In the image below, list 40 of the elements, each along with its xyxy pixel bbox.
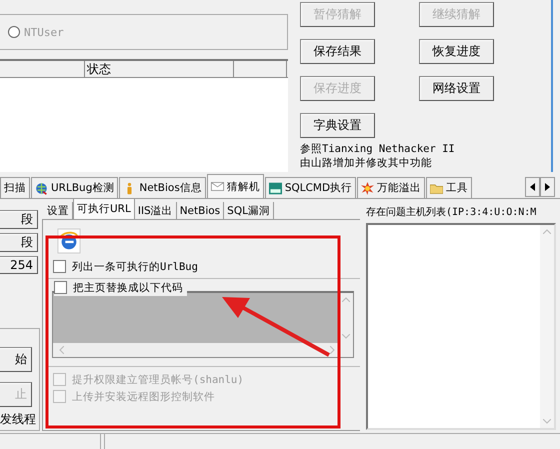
checkbox-label: 提升权限建立管理员帐号(shanlu) — [72, 372, 244, 386]
scroll-up-icon[interactable] — [543, 229, 551, 234]
action-button[interactable]: 保存结果 — [300, 39, 375, 64]
burst-icon — [361, 182, 374, 194]
scroll-right-icon[interactable] — [540, 177, 555, 197]
globe-icon — [35, 182, 48, 194]
control-button[interactable]: 始 — [0, 346, 32, 372]
thread-label: 发线程 — [0, 410, 37, 428]
database-icon — [268, 182, 282, 194]
action-button[interactable]: 网络设置 — [419, 76, 494, 101]
checkbox-label: 把主页替换成以下代码 — [73, 280, 183, 294]
scroll-down-icon[interactable] — [543, 419, 551, 424]
tab[interactable]: 工具 — [426, 177, 472, 198]
tab[interactable]: IIS溢出 — [134, 202, 177, 219]
credit-text: 由山路增加并修改其中功能 — [300, 156, 433, 170]
range-button[interactable]: 254 — [0, 256, 38, 274]
range-button[interactable]: 段 — [0, 232, 38, 252]
checkbox-label: 列出一条可执行的UrlBug — [72, 260, 198, 274]
tab[interactable]: 可执行URL — [73, 198, 135, 219]
tab[interactable]: URLBug检测 — [31, 177, 118, 198]
tab[interactable]: 万能溢出 — [357, 177, 426, 198]
checkbox[interactable] — [54, 281, 67, 294]
tab[interactable]: SQLCMD执行 — [264, 177, 356, 198]
radio-button[interactable] — [8, 26, 20, 38]
radio-label: NTUser — [24, 26, 64, 38]
credit-text: 参照Tianxing Nethacker II — [300, 142, 456, 156]
checkbox-label: 上传并安装远程图形控制软件 — [72, 390, 215, 404]
tab[interactable]: 猜解机 — [206, 174, 264, 198]
action-button[interactable]: 恢复进度 — [419, 39, 494, 64]
action-button[interactable]: 字典设置 — [300, 113, 375, 138]
range-button[interactable]: 段 — [0, 210, 38, 229]
checkbox[interactable] — [53, 260, 66, 273]
envelope-icon — [210, 180, 224, 193]
host-list-label: 存在问题主机列表(IP:3:4:U:O:N:M — [366, 206, 538, 219]
scroll-left-icon[interactable] — [525, 177, 540, 197]
tab[interactable]: NetBios — [176, 202, 224, 219]
tab[interactable]: SQL漏洞 — [224, 202, 274, 219]
tab[interactable]: NetBios信息 — [119, 177, 206, 198]
tab[interactable]: 扫描 — [0, 177, 30, 198]
folder-icon — [430, 182, 444, 194]
